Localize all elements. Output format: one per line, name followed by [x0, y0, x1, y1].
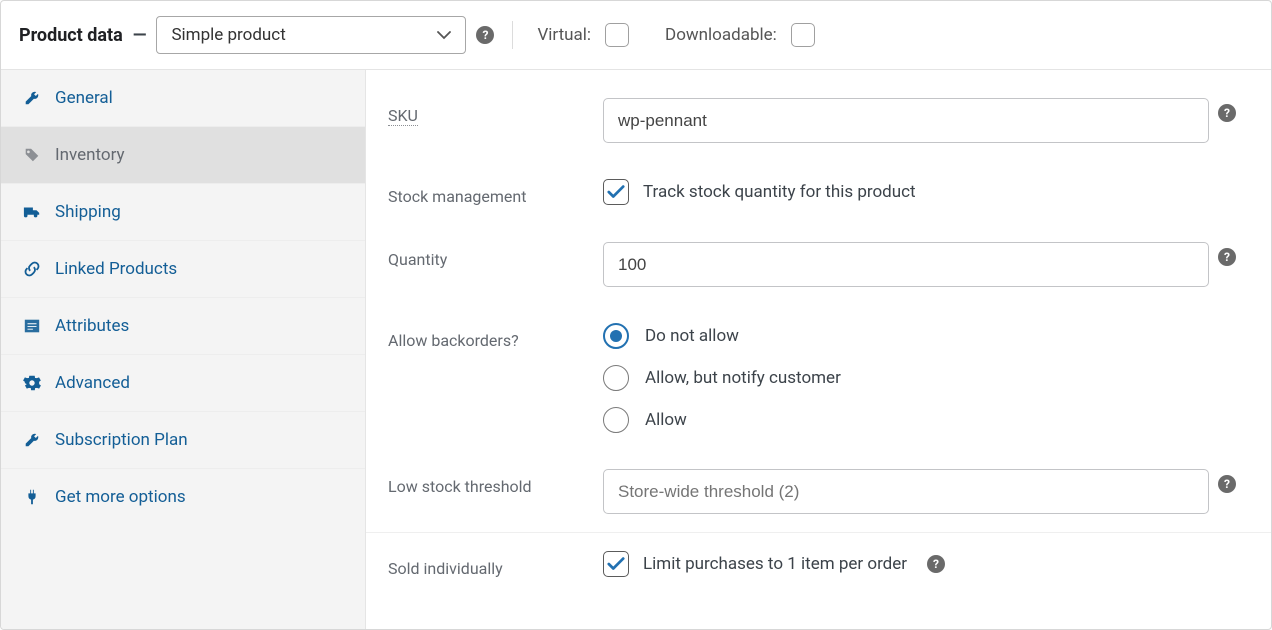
field-body: [603, 98, 1209, 143]
field-label: SKU: [388, 98, 603, 125]
tag-icon: [23, 146, 41, 164]
field-label: Stock management: [388, 179, 603, 206]
panel-header: Product data — Simple product ? Virtual:…: [1, 1, 1271, 70]
list-icon: [23, 317, 41, 335]
field-body: [603, 469, 1209, 514]
field-body: Track stock quantity for this product: [603, 179, 1209, 205]
field-row-sold-individually: Sold individually Limit purchases to 1 i…: [366, 532, 1271, 596]
title-separator: —: [133, 25, 147, 46]
field-label: Quantity: [388, 242, 603, 269]
truck-icon: [23, 203, 41, 221]
checkbox-label: Limit purchases to 1 item per order: [643, 554, 907, 574]
field-trail: ?: [1209, 98, 1245, 122]
sku-input[interactable]: [603, 98, 1209, 143]
wrench-icon: [23, 431, 41, 449]
checkbox-label: Track stock quantity for this product: [643, 182, 916, 202]
inventory-settings: SKU ? Stock management Track stock quant…: [366, 70, 1271, 629]
virtual-checkbox[interactable]: [605, 23, 629, 47]
plug-icon: [23, 488, 41, 506]
radio-option-allow-notify[interactable]: Allow, but notify customer: [603, 365, 841, 391]
sidebar-item-inventory[interactable]: Inventory: [1, 127, 365, 184]
field-label: Sold individually: [388, 551, 603, 578]
field-row-backorders: Allow backorders? Do not allow Allow, bu…: [366, 305, 1271, 451]
sold-individually-checkbox[interactable]: [603, 551, 629, 577]
radio-button[interactable]: [603, 323, 629, 349]
field-label: Allow backorders?: [388, 323, 603, 350]
radio-label: Do not allow: [645, 326, 739, 346]
sidebar-item-linked-products[interactable]: Linked Products: [1, 241, 365, 298]
product-data-panel: Product data — Simple product ? Virtual:…: [0, 0, 1272, 630]
sidebar-item-label: Linked Products: [55, 259, 177, 279]
low-stock-input[interactable]: [603, 469, 1209, 514]
sidebar-item-shipping[interactable]: Shipping: [1, 184, 365, 241]
product-type-value: Simple product: [171, 25, 285, 45]
field-row-quantity: Quantity ?: [366, 224, 1271, 305]
sidebar-item-label: Inventory: [55, 145, 125, 165]
check-icon: [607, 556, 625, 572]
radio-button[interactable]: [603, 365, 629, 391]
help-icon[interactable]: ?: [927, 555, 945, 573]
help-icon[interactable]: ?: [1218, 475, 1236, 493]
field-row-low-stock: Low stock threshold ?: [366, 451, 1271, 532]
radio-label: Allow, but notify customer: [645, 368, 841, 388]
sidebar-item-attributes[interactable]: Attributes: [1, 298, 365, 355]
radio-label: Allow: [645, 410, 687, 430]
sidebar-item-label: Attributes: [55, 316, 129, 336]
product-type-select[interactable]: Simple product: [156, 16, 466, 54]
sidebar-item-label: Get more options: [55, 487, 186, 507]
backorders-radio-group: Do not allow Allow, but notify customer …: [603, 323, 841, 433]
chevron-down-icon: [437, 31, 451, 40]
sku-label: SKU: [388, 106, 418, 126]
field-body: [603, 242, 1209, 287]
sidebar-item-label: Advanced: [55, 373, 130, 393]
virtual-label: Virtual:: [537, 25, 591, 45]
link-icon: [23, 260, 41, 278]
product-type-help-icon[interactable]: ?: [476, 26, 494, 44]
sidebar-item-label: Subscription Plan: [55, 430, 188, 450]
wrench-icon: [23, 89, 41, 107]
field-row-sku: SKU ?: [366, 80, 1271, 161]
field-row-stock-management: Stock management Track stock quantity fo…: [366, 161, 1271, 224]
sidebar-item-subscription-plan[interactable]: Subscription Plan: [1, 412, 365, 469]
panel-body: General Inventory Shipping Linked Produc…: [1, 70, 1271, 629]
field-trail: ?: [1209, 469, 1245, 493]
radio-option-allow[interactable]: Allow: [603, 407, 841, 433]
field-body: Limit purchases to 1 item per order ?: [603, 551, 1209, 577]
sidebar-item-advanced[interactable]: Advanced: [1, 355, 365, 412]
radio-option-do-not-allow[interactable]: Do not allow: [603, 323, 841, 349]
sidebar-item-get-more-options[interactable]: Get more options: [1, 469, 365, 525]
divider: [512, 21, 513, 49]
gear-icon: [23, 374, 41, 392]
stock-management-checkbox[interactable]: [603, 179, 629, 205]
product-data-sidebar: General Inventory Shipping Linked Produc…: [1, 70, 366, 629]
panel-title: Product data: [19, 25, 123, 46]
check-icon: [607, 184, 625, 200]
field-body: Do not allow Allow, but notify customer …: [603, 323, 1209, 433]
help-icon[interactable]: ?: [1218, 248, 1236, 266]
sidebar-item-label: Shipping: [55, 202, 121, 222]
field-label: Low stock threshold: [388, 469, 603, 496]
field-trail: ?: [1209, 242, 1245, 266]
sidebar-item-label: General: [55, 88, 113, 108]
sidebar-item-general[interactable]: General: [1, 70, 365, 127]
radio-button[interactable]: [603, 407, 629, 433]
help-icon[interactable]: ?: [1218, 104, 1236, 122]
downloadable-checkbox[interactable]: [791, 23, 815, 47]
radio-dot: [610, 330, 622, 342]
quantity-input[interactable]: [603, 242, 1209, 287]
downloadable-label: Downloadable:: [665, 25, 777, 45]
